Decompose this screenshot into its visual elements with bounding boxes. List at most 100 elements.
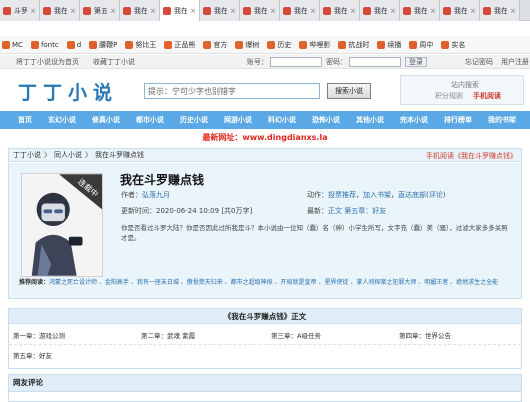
bookmark-item[interactable]: 实名 — [441, 40, 465, 50]
browser-tab[interactable]: 斗罗之× — [0, 0, 40, 21]
tab-close-icon[interactable]: × — [310, 7, 316, 15]
tab-favicon-icon — [203, 6, 211, 15]
browser-tab[interactable]: 我在斗× — [240, 0, 280, 21]
site-logo[interactable]: 丁丁小说 — [18, 78, 118, 105]
bookmark-item[interactable]: 爆树 — [235, 40, 259, 50]
nav-cultivation[interactable]: 修真小说 — [92, 115, 120, 125]
tab-close-icon[interactable]: × — [110, 7, 116, 15]
search-input[interactable]: 提示：宁可少字也别错字 — [144, 83, 320, 99]
bookmark-item[interactable]: 哔哩影 — [299, 40, 330, 50]
browser-tab[interactable]: 我在斗× — [320, 0, 360, 21]
tab-close-icon[interactable]: × — [510, 7, 516, 15]
tab-favicon-icon — [83, 6, 91, 15]
login-button[interactable]: 登录 — [405, 56, 427, 67]
account-input[interactable] — [270, 56, 322, 67]
nav-history[interactable]: 历史小说 — [180, 115, 208, 125]
browser-tab[interactable]: 我在斗× — [480, 0, 520, 21]
browser-tab[interactable]: 我在斗× — [40, 0, 80, 21]
bookmark-item[interactable]: 努比王 — [125, 40, 156, 50]
nav-home[interactable]: 首页 — [18, 115, 32, 125]
chapter-link-5[interactable]: 第五章：好友 — [13, 350, 52, 360]
tab-label: 我在斗 — [214, 6, 227, 15]
chapter-link-3[interactable]: 第三章：A级任务 — [271, 330, 321, 340]
browser-tab[interactable]: 我在斗× — [440, 0, 480, 21]
nav-scifi[interactable]: 科幻小说 — [268, 115, 296, 125]
browser-tab[interactable]: 我在斗× — [360, 0, 400, 21]
breadcrumb-home[interactable]: 丁丁小说 — [13, 150, 41, 160]
bookmark-favicon-icon — [267, 40, 276, 49]
bookmark-label: 努比王 — [135, 40, 157, 49]
bookmark-favicon-icon — [338, 40, 347, 49]
chapter-link-2[interactable]: 第二章：武魂 紫霞 — [141, 330, 195, 340]
bookmark-item[interactable]: d — [66, 40, 81, 49]
browser-tab[interactable]: 我在斗× — [160, 0, 200, 21]
tab-label: 我在斗 — [174, 6, 187, 15]
bookmark-item[interactable]: 官方 — [203, 40, 227, 50]
tab-close-icon[interactable]: × — [470, 7, 476, 15]
browser-tab[interactable]: 我在斗× — [120, 0, 160, 21]
latest-chapter-link[interactable]: 第五章：好友 — [344, 207, 386, 215]
bookmark-item[interactable]: fontc — [30, 40, 59, 49]
main-nav: 首页 玄幻小说 修真小说 都市小说 历史小说 网游小说 科幻小说 恐怖小说 其他… — [0, 111, 530, 129]
bookmark-item[interactable]: 周中 — [409, 40, 433, 50]
actions-line: 动作：投票推荐，加入书架，直达底部(评论) — [307, 191, 446, 199]
nav-urban[interactable]: 都市小说 — [136, 115, 164, 125]
add-to-shelf-link[interactable]: 加入书架 — [363, 191, 391, 199]
book-cover[interactable]: 连载中 — [21, 173, 103, 277]
chapter-list-heading: 《我在斗罗赚点钱》正文 — [8, 308, 522, 324]
bookmark-item[interactable]: 腰鞭P — [89, 40, 117, 50]
mobile-read-link[interactable]: 手机阅读《我在斗罗赚点钱》 — [426, 151, 517, 161]
tab-label: 第五影 — [94, 6, 107, 15]
nav-horror[interactable]: 恐怖小说 — [312, 115, 340, 125]
chapter-link-1[interactable]: 第一章：游戏公测 — [13, 330, 65, 340]
nav-other[interactable]: 其他小说 — [356, 115, 384, 125]
nav-rankings[interactable]: 排行榜单 — [444, 115, 472, 125]
search-button[interactable]: 搜索小说 — [327, 83, 371, 99]
tab-close-icon[interactable]: × — [190, 7, 196, 15]
password-input[interactable] — [349, 56, 401, 67]
tab-close-icon[interactable]: × — [70, 7, 76, 15]
tab-label: 我在斗 — [414, 6, 427, 15]
register-link[interactable]: 用户注册 — [501, 57, 529, 67]
password-label: 密码： — [326, 57, 347, 66]
nav-bookshelf[interactable]: 我的书架 — [488, 115, 516, 125]
breadcrumb-category[interactable]: 同人小说 — [54, 150, 82, 160]
comment-link[interactable]: 评论 — [429, 191, 443, 199]
bookmark-label: 周中 — [419, 40, 434, 49]
nav-fantasy[interactable]: 玄幻小说 — [48, 115, 76, 125]
browser-tab-strip: 斗罗之×我在斗×第五影×我在斗×我在斗×我在斗×我在斗×我在斗×我在斗×我在斗×… — [0, 0, 530, 21]
bookmark-site-link[interactable]: 收藏丁丁小说 — [93, 57, 135, 67]
browser-tab[interactable]: 第五影× — [80, 0, 120, 21]
tab-close-icon[interactable]: × — [350, 7, 356, 15]
tab-close-icon[interactable]: × — [430, 7, 436, 15]
mobile-read-link[interactable]: 手机阅读 — [473, 91, 501, 101]
tab-close-icon[interactable]: × — [270, 7, 276, 15]
tab-close-icon[interactable]: × — [150, 7, 156, 15]
bookmark-item[interactable]: 抗战时 — [338, 40, 369, 50]
tab-close-icon[interactable]: × — [30, 7, 36, 15]
nav-online-game[interactable]: 网游小说 — [224, 115, 252, 125]
chapter-link-4[interactable]: 第四章：世界公告 — [399, 330, 451, 340]
bookmark-item[interactable]: 续播 — [377, 40, 401, 50]
bookmark-item[interactable]: 历史 — [267, 40, 291, 50]
breadcrumb: 丁丁小说 〉 同人小说 〉 我在斗罗赚点钱 手机阅读《我在斗罗赚点钱》 — [8, 148, 522, 162]
bookmark-item[interactable]: 正品熊 — [164, 40, 195, 50]
breadcrumb-separator: 〉 — [85, 151, 92, 159]
tab-label: 我在斗 — [494, 6, 507, 15]
jump-to-bottom-link[interactable]: 直达底部 — [398, 191, 426, 199]
points-rules-link[interactable]: 积分规则 — [435, 91, 463, 101]
recommend-links[interactable]: 鸿蒙之死亡设计师 、金阳高手 、我有一座末日城 、傲骨焚天归来 、都市之超级神探… — [49, 279, 498, 286]
browser-tab[interactable]: 我在斗× — [400, 0, 440, 21]
browser-tab[interactable]: 我在斗× — [200, 0, 240, 21]
tab-close-icon[interactable]: × — [390, 7, 396, 15]
site-search-link[interactable]: 站内搜索 — [451, 80, 479, 90]
forgot-password-link[interactable]: 忘记密码 — [465, 57, 493, 67]
bookmark-item[interactable]: MC — [2, 40, 23, 49]
browser-tab[interactable]: 我在斗× — [280, 0, 320, 21]
tab-close-icon[interactable]: × — [230, 7, 236, 15]
set-homepage-link[interactable]: 将丁丁小说设为首页 — [16, 57, 79, 67]
nav-completed[interactable]: 完本小说 — [400, 115, 428, 125]
vote-link[interactable]: 投票推荐 — [328, 191, 356, 199]
latest-volume-link[interactable]: 正文 — [328, 207, 342, 215]
author-link[interactable]: 弘落九月 — [142, 191, 170, 199]
